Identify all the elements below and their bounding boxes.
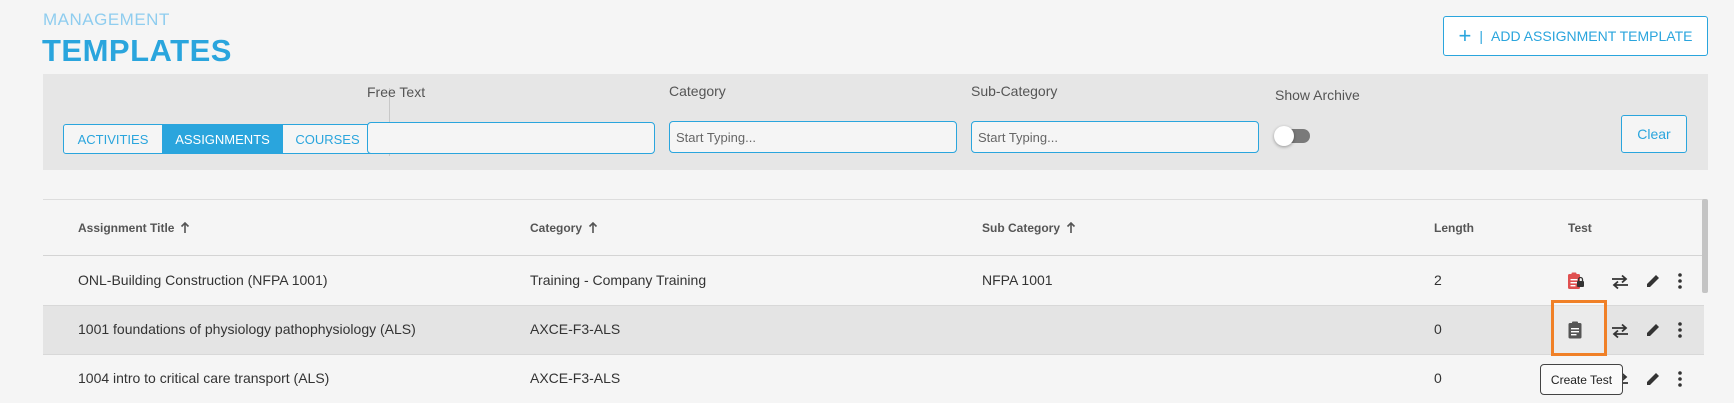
- cell-title: 1001 foundations of physiology pathophys…: [78, 321, 416, 337]
- table-row[interactable]: 1001 foundations of physiology pathophys…: [43, 300, 1704, 356]
- swap-icon[interactable]: [1609, 320, 1631, 342]
- sort-arrow-up-icon: [1066, 222, 1076, 233]
- table-header: Assignment Title Category Sub Category L…: [43, 200, 1704, 256]
- column-header-title[interactable]: Assignment Title: [78, 221, 190, 235]
- toggle-knob: [1274, 126, 1294, 146]
- free-text-input[interactable]: [367, 122, 655, 154]
- clear-button[interactable]: Clear: [1621, 115, 1687, 153]
- section-eyebrow: MANAGEMENT: [43, 10, 170, 29]
- cell-length: 0: [1434, 370, 1442, 386]
- column-header-test: Test: [1568, 221, 1592, 235]
- edit-pencil-icon[interactable]: [1643, 320, 1663, 340]
- show-archive-toggle[interactable]: [1274, 126, 1310, 146]
- column-header-sub-category[interactable]: Sub Category: [982, 221, 1076, 235]
- cell-length: 2: [1434, 272, 1442, 288]
- add-assignment-template-label: ADD ASSIGNMENT TEMPLATE: [1491, 28, 1693, 44]
- sub-category-input[interactable]: [971, 121, 1259, 153]
- locked-test-icon[interactable]: [1563, 269, 1587, 293]
- column-sub-category-label: Sub Category: [982, 221, 1061, 235]
- column-title-label: Assignment Title: [78, 221, 175, 235]
- free-text-label: Free Text: [367, 84, 426, 100]
- table-row[interactable]: ONL-Building Construction (NFPA 1001) Tr…: [43, 257, 1704, 306]
- swap-icon[interactable]: [1609, 271, 1631, 293]
- create-test-tooltip: Create Test: [1540, 364, 1623, 395]
- table-row[interactable]: 1004 intro to critical care transport (A…: [43, 355, 1704, 403]
- category-label: Category: [669, 83, 726, 99]
- more-options-icon[interactable]: [1673, 369, 1687, 389]
- category-input[interactable]: [669, 121, 957, 153]
- page-title: TEMPLATES: [42, 33, 232, 68]
- filter-panel: ACTIVITIES ASSIGNMENTS COURSES Free Text…: [43, 74, 1708, 170]
- edit-pencil-icon[interactable]: [1643, 271, 1663, 291]
- cell-length: 0: [1434, 321, 1442, 337]
- edit-pencil-icon[interactable]: [1643, 369, 1663, 389]
- plus-icon: +: [1458, 23, 1472, 48]
- cell-category: AXCE-F3-ALS: [530, 321, 621, 337]
- cell-sub-category: NFPA 1001: [982, 272, 1053, 288]
- tab-assignments[interactable]: ASSIGNMENTS: [162, 125, 282, 153]
- cell-title: ONL-Building Construction (NFPA 1001): [78, 272, 328, 288]
- cell-title: 1004 intro to critical care transport (A…: [78, 370, 330, 386]
- cell-category: AXCE-F3-ALS: [530, 370, 621, 386]
- create-test-icon[interactable]: [1563, 318, 1587, 342]
- column-header-length: Length: [1434, 221, 1474, 235]
- sub-category-label: Sub-Category: [971, 83, 1058, 99]
- template-type-tabs: ACTIVITIES ASSIGNMENTS COURSES: [63, 124, 373, 154]
- show-archive-label: Show Archive: [1275, 87, 1360, 103]
- tab-courses[interactable]: COURSES: [282, 125, 372, 153]
- sort-arrow-up-icon: [181, 222, 190, 233]
- column-category-label: Category: [530, 221, 583, 235]
- cell-category: Training - Company Training: [530, 272, 707, 288]
- more-options-icon[interactable]: [1673, 320, 1687, 340]
- button-separator: |: [1479, 28, 1483, 44]
- more-options-icon[interactable]: [1673, 271, 1687, 291]
- column-header-category[interactable]: Category: [530, 221, 598, 235]
- add-assignment-template-button[interactable]: + | ADD ASSIGNMENT TEMPLATE: [1443, 16, 1708, 56]
- sort-arrow-up-icon: [588, 222, 598, 233]
- table-scrollbar[interactable]: [1702, 199, 1708, 293]
- tab-activities[interactable]: ACTIVITIES: [64, 125, 162, 153]
- templates-table: Assignment Title Category Sub Category L…: [43, 199, 1704, 403]
